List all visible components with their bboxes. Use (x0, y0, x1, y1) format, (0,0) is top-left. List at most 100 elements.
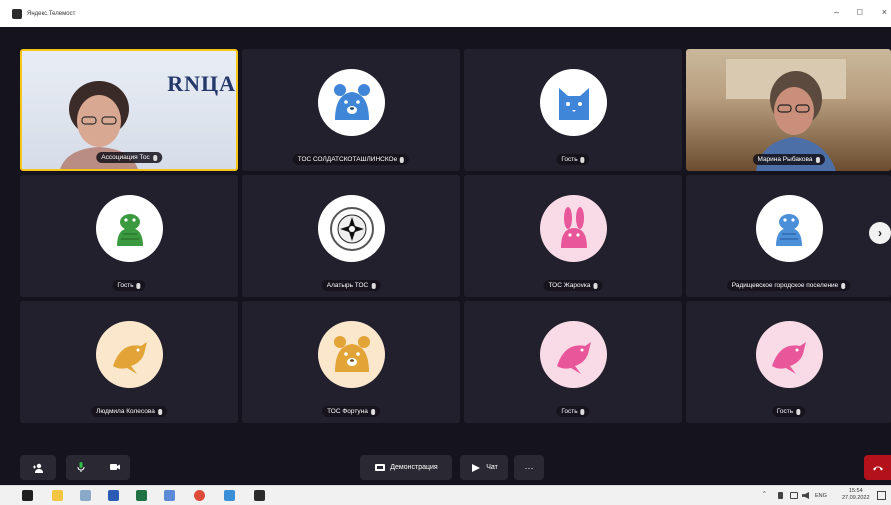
mic-off-icon (593, 282, 598, 289)
os-taskbar: ^ ENG 15:54 27.09.2022 (0, 485, 891, 505)
mic-off-icon (580, 408, 585, 415)
cat-icon (558, 87, 589, 120)
participant-tile[interactable]: Марина Рыбакова (686, 49, 891, 171)
bear-icon (333, 335, 370, 372)
word-icon[interactable] (108, 490, 119, 501)
participant-name: Радищевское городское поселение (726, 280, 851, 291)
participant-tile[interactable]: RNЦА Ассоциация Тос (20, 49, 238, 171)
avatar (318, 321, 385, 388)
dolphin-icon (112, 341, 147, 374)
phone-hangup-icon (872, 466, 883, 470)
background-banner: RNЦА (167, 71, 236, 96)
chat-icon (472, 463, 481, 472)
participant-tile[interactable]: Людмила Колесова (20, 301, 238, 423)
microphone-button[interactable] (75, 461, 87, 475)
rabbit-icon (560, 206, 587, 248)
mic-off-icon (580, 156, 585, 163)
chrome-icon[interactable] (194, 490, 205, 501)
network-icon[interactable] (790, 492, 798, 499)
title-bar: Яндекс.Телемост – ◻ × (0, 0, 891, 27)
camera-button[interactable] (109, 461, 121, 475)
mic-off-icon (371, 282, 376, 289)
volume-icon[interactable] (802, 492, 809, 499)
notifications-icon[interactable] (877, 491, 886, 500)
mic-off-icon (796, 408, 801, 415)
clock-date: 27.09.2022 (842, 495, 870, 501)
app-icon[interactable] (164, 490, 175, 501)
participant-name: ТОС СОЛДАТСКОТАШЛИНСКОе (292, 154, 410, 165)
clock[interactable]: 15:54 27.09.2022 (842, 488, 870, 502)
participant-tile[interactable]: Гость (686, 301, 891, 423)
start-icon[interactable] (22, 490, 33, 501)
avatar (96, 321, 163, 388)
file-explorer-icon[interactable] (52, 490, 63, 501)
turtle-icon (116, 213, 143, 246)
participant-name: Ассоциация Тос (96, 152, 162, 163)
participant-name: Алатырь ТОС (321, 280, 381, 291)
turtle-icon (776, 213, 802, 246)
participant-name: Гость (556, 406, 590, 417)
clock-time: 15:54 (848, 488, 863, 494)
mic-icon (815, 156, 820, 163)
tray-expand-icon[interactable]: ^ (763, 491, 766, 497)
mic-icon (152, 154, 157, 161)
participant-tile[interactable]: Радищевское городское поселение (686, 175, 891, 297)
close-button[interactable]: × (882, 7, 887, 17)
language-indicator[interactable]: ENG (815, 493, 827, 499)
add-participant-button[interactable] (20, 455, 56, 480)
more-icon: ··· (524, 462, 534, 473)
excel-icon[interactable] (136, 490, 147, 501)
dolphin-icon (556, 341, 591, 374)
telemost-icon[interactable] (254, 490, 265, 501)
avatar (540, 195, 607, 262)
avatar (96, 195, 163, 262)
next-page-button[interactable]: › (869, 222, 891, 244)
participant-tile[interactable]: Гость (20, 175, 238, 297)
chat-button[interactable]: Чат (460, 455, 508, 480)
screen-share-button[interactable]: Демонстрация (360, 455, 452, 480)
participant-grid: RNЦА Ассоциация Тос ТОС СОЛДАТСКОТАШЛИНС… (0, 27, 891, 445)
avatar (755, 195, 823, 262)
participant-tile[interactable]: ТОС Жарovка (464, 175, 682, 297)
avatar (318, 195, 385, 262)
participant-tile[interactable]: Гость (464, 301, 682, 423)
telemost-window: Яндекс.Телемост – ◻ × RNЦА Ассоциация То… (0, 0, 891, 505)
participant-tile[interactable]: ТОС СОЛДАТСКОТАШЛИНСКОе (242, 49, 460, 171)
more-button[interactable]: ··· (514, 455, 544, 480)
window-title: Яндекс.Телемост (27, 10, 76, 17)
call-controls: Демонстрация Чат ··· (0, 445, 891, 485)
participant-name: Гость (771, 406, 806, 417)
notepad-icon[interactable] (80, 490, 91, 501)
chevron-right-icon: › (878, 226, 882, 240)
minimize-button[interactable]: – (834, 7, 839, 17)
mic-off-icon (136, 282, 141, 289)
participant-name: Людмила Колесова (91, 406, 167, 417)
avatar (540, 321, 607, 388)
app-logo-icon (12, 8, 22, 19)
chat-label: Чат (486, 464, 498, 471)
participant-name: Гость (112, 280, 146, 291)
screen-share-label: Демонстрация (390, 464, 438, 471)
participant-tile[interactable]: Алатырь ТОС (242, 175, 460, 297)
microphone-icon (77, 461, 85, 472)
camera-icon (110, 463, 120, 470)
participant-tile[interactable]: Гость (464, 49, 682, 171)
participant-name: ТОС Жарovка (543, 280, 603, 291)
battery-icon[interactable] (778, 492, 783, 499)
participant-name: ТОС Фортуна (322, 406, 380, 417)
participant-tile[interactable]: ТОС Фортуна (242, 301, 460, 423)
mic-off-icon (400, 156, 405, 163)
add-user-icon (33, 463, 43, 473)
mic-off-icon (370, 408, 375, 415)
telegram-icon[interactable] (224, 490, 235, 501)
maximize-button[interactable]: ◻ (856, 7, 863, 16)
alatyr-emblem-icon (329, 206, 374, 251)
screen-share-icon (375, 463, 386, 471)
mic-off-icon (841, 282, 846, 289)
avatar (540, 69, 607, 136)
participant-name: Гость (556, 154, 590, 165)
end-call-button[interactable] (864, 455, 891, 480)
media-toggle-group (66, 455, 130, 480)
avatar (318, 69, 385, 136)
participant-name: Марина Рыбакова (752, 154, 825, 165)
